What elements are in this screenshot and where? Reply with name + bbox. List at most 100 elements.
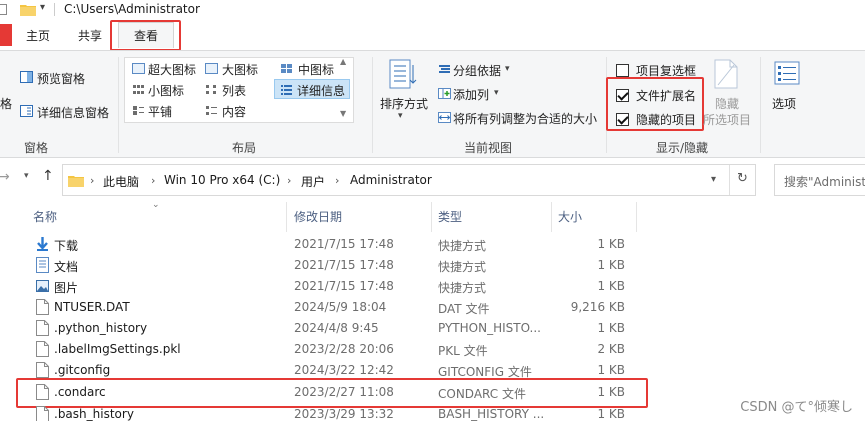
layout-tiles[interactable]: 平铺 xyxy=(148,103,172,120)
table-row[interactable]: 下载 2021/7/15 17:48 快捷方式 1 KB xyxy=(12,234,865,255)
layout-extra-large-icons[interactable]: 超大图标 xyxy=(148,61,196,78)
file-type: DAT 文件 xyxy=(438,302,490,316)
file-date: 2021/7/15 17:48 xyxy=(294,279,394,293)
ribbon: 格 预览窗格 详细信息窗格 窗格 超大图标 大图标 中图标 小图标 列表 详细信… xyxy=(0,50,865,158)
column-divider[interactable] xyxy=(551,202,552,232)
column-header-date[interactable]: 修改日期 xyxy=(294,208,342,225)
group-by-dropdown-icon: ▾ xyxy=(505,64,510,74)
file-date: 2024/3/22 12:42 xyxy=(294,363,394,377)
layout-medium-icons[interactable]: 中图标 xyxy=(298,61,334,78)
item-checkboxes-checkbox[interactable] xyxy=(616,64,629,77)
add-columns-icon xyxy=(438,88,451,99)
group-label-panes: 窗格 xyxy=(24,141,49,155)
hide-selected-icon xyxy=(714,59,738,89)
column-divider[interactable] xyxy=(286,202,287,232)
table-row[interactable]: .labelImgSettings.pkl 2023/2/28 20:06 PK… xyxy=(12,339,865,360)
file-name: .python_history xyxy=(54,321,148,335)
file-size: 2 KB xyxy=(597,342,625,356)
group-separator xyxy=(372,57,373,153)
back-arrow-icon[interactable]: → xyxy=(0,169,10,185)
add-columns-dropdown-icon: ▾ xyxy=(494,88,499,98)
layout-scroll-down-icon[interactable]: ▼ xyxy=(340,109,346,118)
quick-access-dropdown-icon[interactable]: ▾ xyxy=(40,2,45,13)
column-header-size[interactable]: 大小 xyxy=(558,208,582,225)
refresh-icon[interactable]: ↻ xyxy=(737,171,748,186)
file-icon xyxy=(36,406,49,421)
layout-details[interactable]: 详细信息 xyxy=(297,82,345,99)
file-size: 1 KB xyxy=(597,407,625,421)
file-type: 快捷方式 xyxy=(438,260,487,274)
file-date: 2024/4/8 9:45 xyxy=(294,321,379,335)
sort-by-icon xyxy=(389,59,417,89)
breadcrumb-administrator[interactable]: Administrator xyxy=(350,173,432,187)
tab-home[interactable]: 主页 xyxy=(24,24,52,48)
group-separator xyxy=(760,57,761,153)
file-name: NTUSER.DAT xyxy=(54,300,130,314)
search-input[interactable]: 搜索"Administrat xyxy=(784,173,865,190)
large-icons-icon xyxy=(205,63,218,74)
fit-columns-button[interactable]: 将所有列调整为合适的大小 xyxy=(453,110,597,127)
table-row[interactable]: .bash_history 2023/3/29 13:32 BASH_HISTO… xyxy=(12,404,865,421)
recent-dropdown-icon[interactable]: ▾ xyxy=(24,171,29,181)
sort-indicator-icon: ⌄ xyxy=(152,200,160,210)
table-row[interactable]: 图片 2021/7/15 17:48 快捷方式 1 KB xyxy=(12,276,865,297)
column-header-type[interactable]: 类型 xyxy=(438,208,462,225)
breadcrumb-separator-icon[interactable]: › xyxy=(287,174,291,187)
group-label-show-hide: 显示/隐藏 xyxy=(656,141,709,155)
layout-small-icons[interactable]: 小图标 xyxy=(148,82,184,99)
address-dropdown-icon[interactable]: ▾ xyxy=(711,174,716,185)
file-name: 图片 xyxy=(54,281,79,295)
details-pane-button[interactable]: 详细信息窗格 xyxy=(37,104,109,121)
column-divider[interactable] xyxy=(431,202,432,232)
file-date: 2024/5/9 18:04 xyxy=(294,300,387,314)
preview-pane-icon xyxy=(20,71,33,83)
file-icon xyxy=(36,320,49,336)
file-type: PKL 文件 xyxy=(438,344,488,358)
breadcrumb-separator-icon[interactable]: › xyxy=(90,174,94,187)
file-name: .bash_history xyxy=(54,407,134,421)
tab-share[interactable]: 共享 xyxy=(76,24,104,48)
picture-icon xyxy=(36,280,49,292)
layout-list[interactable]: 列表 xyxy=(222,82,246,99)
group-by-button[interactable]: 分组依据 xyxy=(453,62,501,79)
layout-scroll-up-icon[interactable]: ▲ xyxy=(340,57,346,66)
file-size: 1 KB xyxy=(597,258,625,272)
ribbon-tabs: 主页 共享 查看 xyxy=(0,20,865,51)
list-icon xyxy=(206,85,216,94)
file-tab[interactable] xyxy=(0,24,12,46)
small-icons-icon xyxy=(133,85,144,94)
nav-pane-label[interactable]: 格 xyxy=(0,95,12,112)
layout-large-icons[interactable]: 大图标 xyxy=(222,61,258,78)
breadcrumb-drive-c[interactable]: Win 10 Pro x64 (C:) xyxy=(164,173,280,187)
file-icon xyxy=(36,362,49,378)
options-icon xyxy=(774,61,800,85)
file-date: 2021/7/15 17:48 xyxy=(294,258,394,272)
file-name: 下载 xyxy=(54,239,79,253)
table-row[interactable]: 文档 2021/7/15 17:48 快捷方式 1 KB xyxy=(12,255,865,276)
tiles-icon xyxy=(133,106,144,115)
search-box[interactable]: 搜索"Administrat xyxy=(774,164,865,196)
sort-by-button[interactable]: 排序方式 xyxy=(380,95,428,112)
up-arrow-icon[interactable]: ↑ xyxy=(42,168,54,184)
address-bar[interactable]: › 此电脑 › Win 10 Pro x64 (C:) › 用户 › Admin… xyxy=(62,164,756,196)
address-separator xyxy=(729,165,730,195)
preview-pane-button[interactable]: 预览窗格 xyxy=(37,70,85,87)
details-icon xyxy=(281,85,292,95)
file-date: 2023/2/28 20:06 xyxy=(294,342,394,356)
table-row[interactable]: NTUSER.DAT 2024/5/9 18:04 DAT 文件 9,216 K… xyxy=(12,297,865,318)
hide-selected-label-line2: 所选项目 xyxy=(703,113,752,127)
download-icon xyxy=(37,237,48,251)
breadcrumb-users[interactable]: 用户 xyxy=(301,173,325,190)
highlight-box-view-tab xyxy=(110,20,181,51)
title-separator xyxy=(54,3,55,16)
breadcrumb-separator-icon[interactable]: › xyxy=(151,174,155,187)
table-row[interactable]: .python_history 2024/4/8 9:45 PYTHON_HIS… xyxy=(12,318,865,339)
layout-content[interactable]: 内容 xyxy=(222,103,246,120)
add-columns-button[interactable]: 添加列 xyxy=(453,86,489,103)
breadcrumb-this-pc[interactable]: 此电脑 xyxy=(103,173,139,190)
file-type: PYTHON_HISTO... xyxy=(438,321,541,335)
column-divider[interactable] xyxy=(636,202,637,232)
column-header-name[interactable]: 名称 xyxy=(33,208,57,225)
breadcrumb-separator-icon[interactable]: › xyxy=(335,174,339,187)
options-button[interactable]: 选项 xyxy=(772,95,796,112)
